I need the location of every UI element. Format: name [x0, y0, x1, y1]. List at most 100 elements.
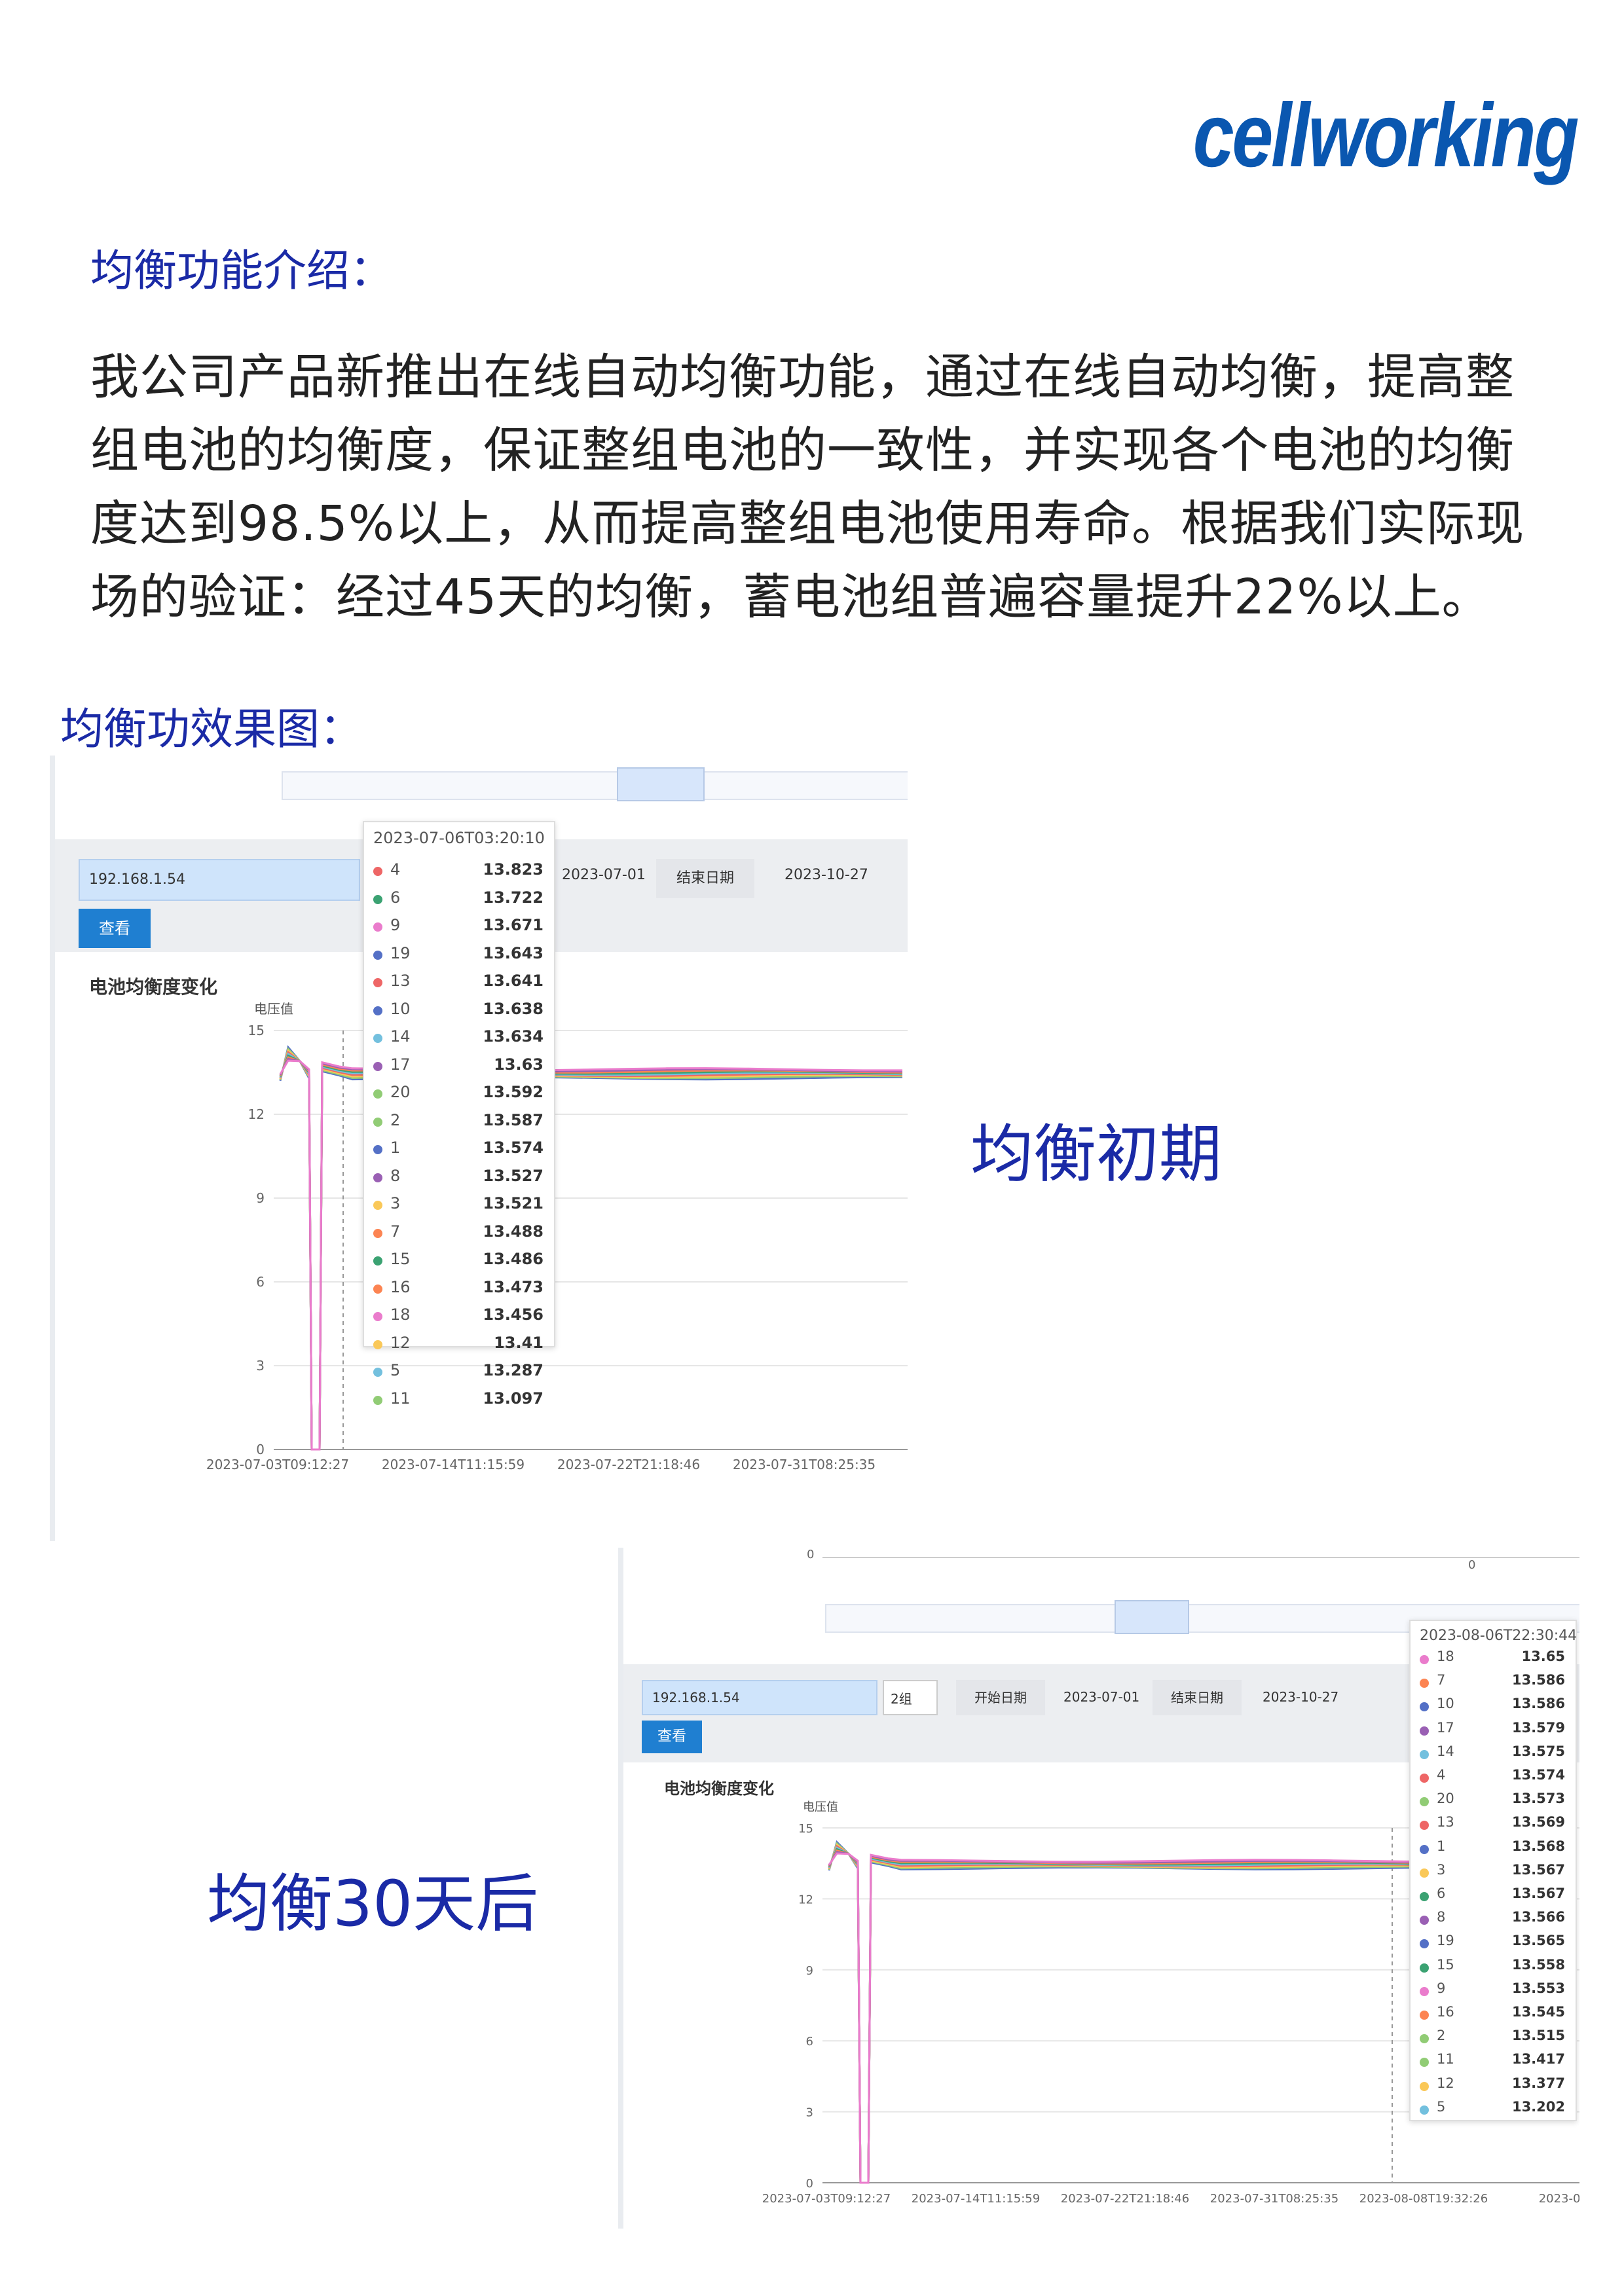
tooltip-series-name: 7	[390, 1222, 401, 1241]
x-tick-label: 2023-07-03T09:12:27	[206, 1457, 349, 1472]
y-tick-label: 6	[806, 2035, 813, 2049]
series-dot-icon	[373, 1201, 382, 1210]
tooltip-series-name: 17	[1437, 1719, 1454, 1736]
tooltip-row: 14 13.575	[1420, 1743, 1565, 1767]
series-dot-icon	[1420, 1963, 1429, 1973]
tooltip-panel: 2023-07-06T03:20:10 4 13.823 6 13.722 9 13.67…	[363, 821, 555, 1408]
series-dot-icon	[373, 1284, 382, 1294]
tooltip-series-name: 12	[390, 1333, 411, 1352]
y-tick-label: 15	[248, 1023, 265, 1038]
tooltip-series-name: 7	[1437, 1672, 1446, 1688]
series-dot-icon	[1420, 1821, 1429, 1831]
x-tick-label: 2023-07-31T08:25:35	[1210, 2192, 1338, 2206]
tooltip-series-value: 13.722	[483, 888, 544, 907]
series-dot-icon	[1420, 1702, 1429, 1712]
tooltip-series-name: 6	[1437, 1886, 1446, 1901]
tooltip-series-value: 13.63	[494, 1055, 544, 1074]
tooltip-series-value: 13.202	[1511, 2098, 1565, 2115]
tooltip-row: 13 13.641	[373, 972, 544, 995]
tooltip-series-value: 13.417	[1511, 2051, 1565, 2068]
tooltip-series-name: 11	[390, 1389, 411, 1408]
tooltip-row: 11 13.417	[1420, 2051, 1565, 2075]
series-dot-icon	[373, 1089, 382, 1099]
tooltip-series-name: 2	[1437, 2028, 1446, 2044]
tooltip-row: 1 13.568	[1420, 1838, 1565, 1862]
tooltip-series-value: 13.569	[1511, 1814, 1565, 1831]
tooltip-row: 15 13.558	[1420, 1957, 1565, 1980]
series-dot-icon	[1420, 1726, 1429, 1736]
section-heading-intro: 均衡功能介绍：	[90, 246, 393, 296]
series-dot-icon	[1420, 1892, 1429, 1901]
tooltip-series-value: 13.579	[1511, 1719, 1565, 1736]
y-axis-label: 电压值	[254, 1001, 293, 1017]
tooltip-series-name: 10	[390, 999, 411, 1018]
tooltip-row: 10 13.638	[373, 1000, 544, 1023]
tooltip-series-value: 13.568	[1511, 1838, 1565, 1854]
tooltip-series-name: 2	[390, 1110, 401, 1129]
y-tick-label: 3	[256, 1358, 265, 1374]
series-dot-icon	[373, 1173, 382, 1182]
tooltip-series-name: 12	[1437, 2075, 1454, 2091]
series-dot-icon	[1420, 2105, 1429, 2115]
tooltip-row: 6 13.722	[373, 888, 544, 912]
tooltip-row: 16 13.545	[1420, 2004, 1565, 2028]
series-dot-icon	[373, 894, 382, 904]
tooltip-series-name: 18	[390, 1305, 411, 1324]
tooltip-row: 9 13.553	[1420, 1980, 1565, 2004]
tooltip-series-value: 13.567	[1511, 1886, 1565, 1901]
tooltip-series-name: 8	[390, 1166, 401, 1185]
y-tick-label: 6	[256, 1274, 265, 1290]
tooltip-series-name: 17	[390, 1055, 411, 1074]
series-dot-icon	[373, 1228, 382, 1238]
series-dot-icon	[1420, 1916, 1429, 1925]
tooltip-row: 7 13.488	[373, 1222, 544, 1246]
series-dot-icon	[1420, 1868, 1429, 1878]
tooltip-row: 3 13.567	[1420, 1862, 1565, 1886]
series-dot-icon	[1420, 1844, 1429, 1854]
series-dot-icon	[373, 1145, 382, 1154]
series-dot-icon	[373, 978, 382, 987]
tooltip-series-name: 6	[390, 888, 401, 907]
tooltip-series-name: 4	[1437, 1767, 1446, 1783]
tooltip-series-value: 13.65	[1521, 1649, 1565, 1664]
series-dot-icon	[373, 922, 382, 932]
tooltip-row: 18 13.65	[1420, 1649, 1565, 1672]
tooltip-row: 17 13.63	[373, 1055, 544, 1079]
x-tick-label: 2023-07-03T09:12:27	[762, 2192, 891, 2206]
tooltip-series-value: 13.456	[483, 1305, 544, 1324]
label-initial-stage: 均衡初期	[970, 1118, 1222, 1191]
tooltip-series-value: 13.634	[483, 1027, 544, 1046]
tooltip-series-value: 13.641	[483, 972, 544, 990]
tooltip-row: 15 13.486	[373, 1250, 544, 1273]
tooltip-row: 12 13.41	[373, 1334, 544, 1357]
y-tick-label: 0	[256, 1442, 265, 1457]
series-dot-icon	[1420, 2058, 1429, 2068]
series-dot-icon	[1420, 2011, 1429, 2020]
tooltip-row: 16 13.473	[373, 1278, 544, 1302]
series-dot-icon	[373, 1006, 382, 1015]
tooltip-series-name: 13	[390, 972, 411, 990]
tooltip-series-value: 13.586	[1511, 1696, 1565, 1712]
tooltip-row: 10 13.586	[1420, 1696, 1565, 1719]
series-dot-icon	[1420, 1749, 1429, 1759]
series-dot-icon	[373, 950, 382, 960]
tooltip-series-value: 13.473	[483, 1277, 544, 1296]
series-dot-icon	[1420, 1986, 1429, 1996]
tooltip-series-name: 16	[1437, 2004, 1454, 2020]
tooltip-row: 18 13.456	[373, 1305, 544, 1329]
tooltip-series-name: 14	[1437, 1743, 1454, 1759]
tooltip-row: 4 13.823	[373, 860, 544, 884]
y-tick-label: 12	[798, 1893, 813, 1906]
series-dot-icon	[373, 1117, 382, 1127]
series-dot-icon	[1420, 1797, 1429, 1807]
series-dot-icon	[1420, 2081, 1429, 2091]
tooltip-series-value: 13.527	[483, 1166, 544, 1185]
tooltip-series-value: 13.377	[1511, 2075, 1565, 2091]
tooltip-row: 9 13.671	[373, 916, 544, 939]
tooltip-series-name: 14	[390, 1027, 411, 1046]
tooltip-series-name: 18	[1437, 1649, 1454, 1664]
tooltip-row: 20 13.592	[373, 1083, 544, 1106]
x-tick-label: 2023-07-14T11:15:59	[382, 1457, 525, 1472]
tooltip-series-value: 13.486	[483, 1250, 544, 1268]
series-dot-icon	[373, 1312, 382, 1321]
